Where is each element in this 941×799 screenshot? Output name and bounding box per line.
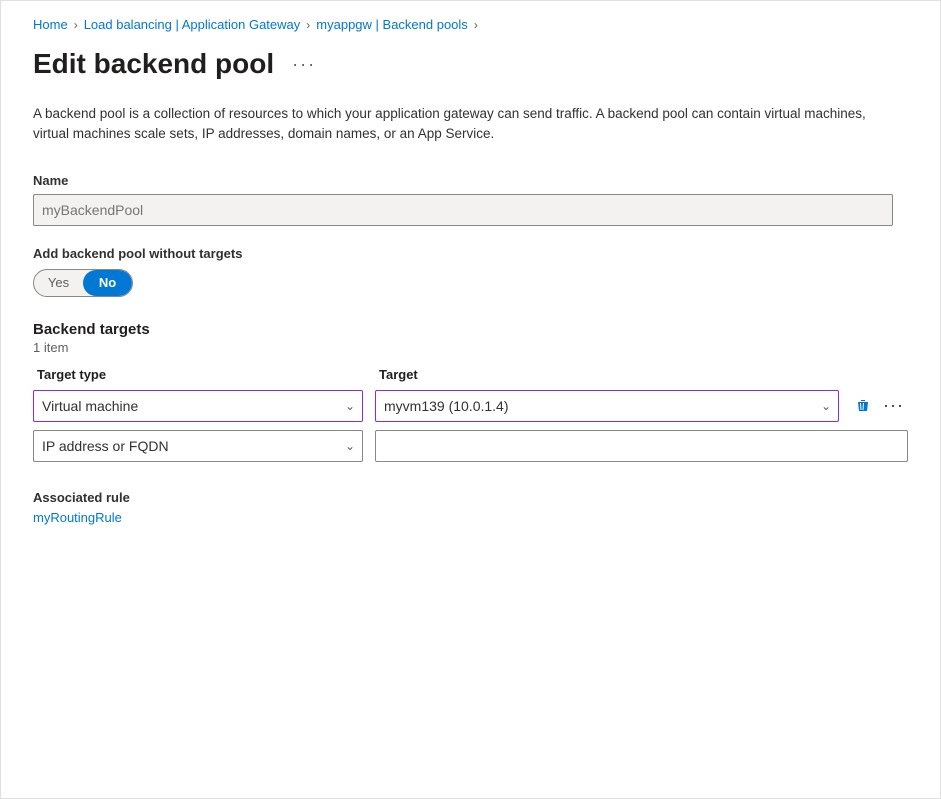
breadcrumb: Home › Load balancing | Application Gate…	[33, 17, 908, 32]
name-field-section: Name	[33, 173, 908, 226]
target-type-dropdown-2[interactable]: IP address or FQDN Virtual machine ⌄	[33, 430, 363, 462]
toggle-yes[interactable]: Yes	[34, 270, 83, 296]
toggle-no[interactable]: No	[83, 270, 132, 296]
yes-no-toggle[interactable]: Yes No	[33, 269, 133, 297]
target-dropdown-1[interactable]: myvm139 (10.0.1.4) ⌄	[375, 390, 839, 422]
backend-targets-section: Backend targets 1 item Target type Targe…	[33, 321, 908, 462]
target-input-2[interactable]	[375, 430, 908, 462]
col-header-target-type: Target type	[37, 367, 367, 382]
delete-row-1-button[interactable]	[851, 394, 875, 418]
associated-rule-label: Associated rule	[33, 490, 908, 505]
breadcrumb-sep-3: ›	[474, 18, 478, 32]
backend-targets-title: Backend targets	[33, 321, 908, 338]
description-text: A backend pool is a collection of resour…	[33, 104, 893, 145]
target-type-select-1[interactable]: Virtual machine IP address or FQDN	[33, 390, 363, 422]
breadcrumb-sep-2: ›	[306, 18, 310, 32]
toggle-label: Add backend pool without targets	[33, 246, 908, 261]
associated-rule-link[interactable]: myRoutingRule	[33, 510, 122, 525]
table-row: Virtual machine IP address or FQDN ⌄ myv…	[33, 390, 908, 422]
table-row-2: IP address or FQDN Virtual machine ⌄	[33, 430, 908, 462]
target-value-select-1[interactable]: myvm139 (10.0.1.4)	[375, 390, 839, 422]
name-label: Name	[33, 173, 908, 188]
breadcrumb-load-balancing[interactable]: Load balancing | Application Gateway	[84, 17, 301, 32]
breadcrumb-sep-1: ›	[74, 18, 78, 32]
table-header-row: Target type Target	[33, 367, 908, 382]
item-count: 1 item	[33, 340, 908, 355]
associated-rule-section: Associated rule myRoutingRule	[33, 490, 908, 525]
more-options-button[interactable]: ···	[286, 50, 322, 79]
toggle-section: Add backend pool without targets Yes No	[33, 246, 908, 297]
page-title-row: Edit backend pool ···	[33, 48, 908, 80]
col-header-target: Target	[379, 367, 904, 382]
more-row-1-button[interactable]: ···	[879, 391, 908, 420]
breadcrumb-backend-pools[interactable]: myappgw | Backend pools	[316, 17, 468, 32]
breadcrumb-home[interactable]: Home	[33, 17, 68, 32]
name-input[interactable]	[33, 194, 893, 226]
target-type-dropdown-1[interactable]: Virtual machine IP address or FQDN ⌄	[33, 390, 363, 422]
page-title: Edit backend pool	[33, 48, 274, 80]
row-1-actions: ···	[851, 391, 908, 420]
trash-icon	[855, 398, 871, 414]
target-type-select-2[interactable]: IP address or FQDN Virtual machine	[33, 430, 363, 462]
targets-table: Target type Target Virtual machine IP ad…	[33, 367, 908, 462]
